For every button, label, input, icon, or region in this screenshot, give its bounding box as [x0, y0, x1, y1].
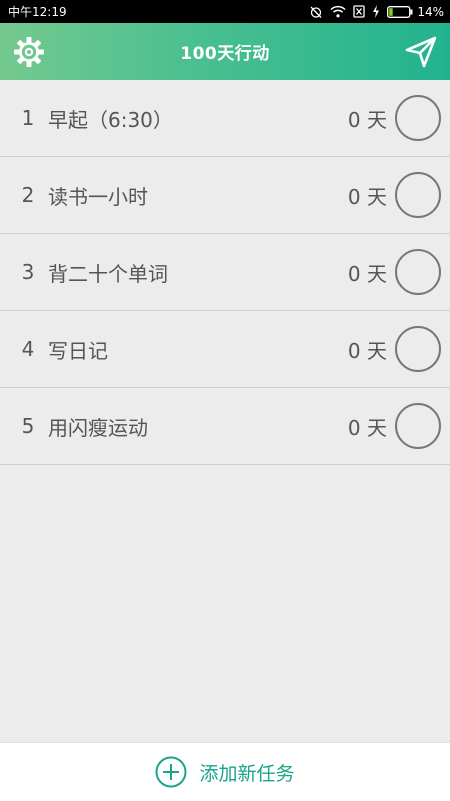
charging-icon: [373, 5, 380, 18]
status-icons: 14%: [309, 5, 444, 19]
task-name: 读书一小时: [48, 184, 148, 209]
task-name: 背二十个单词: [48, 261, 168, 286]
bottom-bar: 添加新任务: [0, 742, 450, 801]
share-button[interactable]: [404, 35, 438, 69]
task-row[interactable]: 4 写日记 0 天: [0, 311, 450, 388]
battery-icon: [387, 5, 413, 18]
task-name: 写日记: [48, 338, 108, 363]
add-task-label: 添加新任务: [199, 762, 295, 785]
status-time: 中午12:19: [8, 5, 67, 19]
task-days: 0 天: [347, 107, 387, 132]
task-index: 3: [21, 260, 35, 284]
task-days: 0 天: [347, 261, 387, 286]
sim-off-icon: [353, 5, 365, 18]
page-title: 100天行动: [180, 44, 270, 64]
add-task-button[interactable]: 添加新任务: [155, 756, 295, 788]
task-name: 早起（6:30）: [48, 107, 173, 132]
settings-gear-icon: [14, 37, 44, 67]
task-days: 0 天: [347, 338, 387, 363]
task-index: 2: [21, 183, 35, 207]
task-check-button[interactable]: [395, 172, 441, 218]
plus-circle-icon: [155, 756, 187, 788]
task-check-button[interactable]: [395, 95, 441, 141]
task-row[interactable]: 2 读书一小时 0 天: [0, 157, 450, 234]
task-index: 5: [21, 414, 35, 438]
task-days: 0 天: [347, 184, 387, 209]
send-icon: [405, 36, 437, 68]
status-bar: 中午12:19 14%: [0, 0, 450, 23]
task-row[interactable]: 3 背二十个单词 0 天: [0, 234, 450, 311]
wifi-icon: [330, 5, 346, 18]
task-days: 0 天: [347, 415, 387, 440]
app-bar: 100天行动: [0, 23, 450, 80]
battery-indicator: 14%: [387, 5, 444, 19]
task-index: 1: [21, 106, 35, 130]
battery-percent: 14%: [417, 4, 444, 19]
task-check-button[interactable]: [395, 249, 441, 295]
task-index: 4: [21, 337, 35, 361]
settings-button[interactable]: [12, 35, 46, 69]
task-name: 用闪瘦运动: [48, 415, 148, 440]
alarm-off-icon: [310, 6, 322, 18]
task-row[interactable]: 1 早起（6:30） 0 天: [0, 80, 450, 157]
task-check-button[interactable]: [395, 403, 441, 449]
task-check-button[interactable]: [395, 326, 441, 372]
task-list: 1 早起（6:30） 0 天 2 读书一小时 0 天 3 背二十个单词 0 天 …: [0, 80, 450, 465]
task-row[interactable]: 5 用闪瘦运动 0 天: [0, 388, 450, 465]
